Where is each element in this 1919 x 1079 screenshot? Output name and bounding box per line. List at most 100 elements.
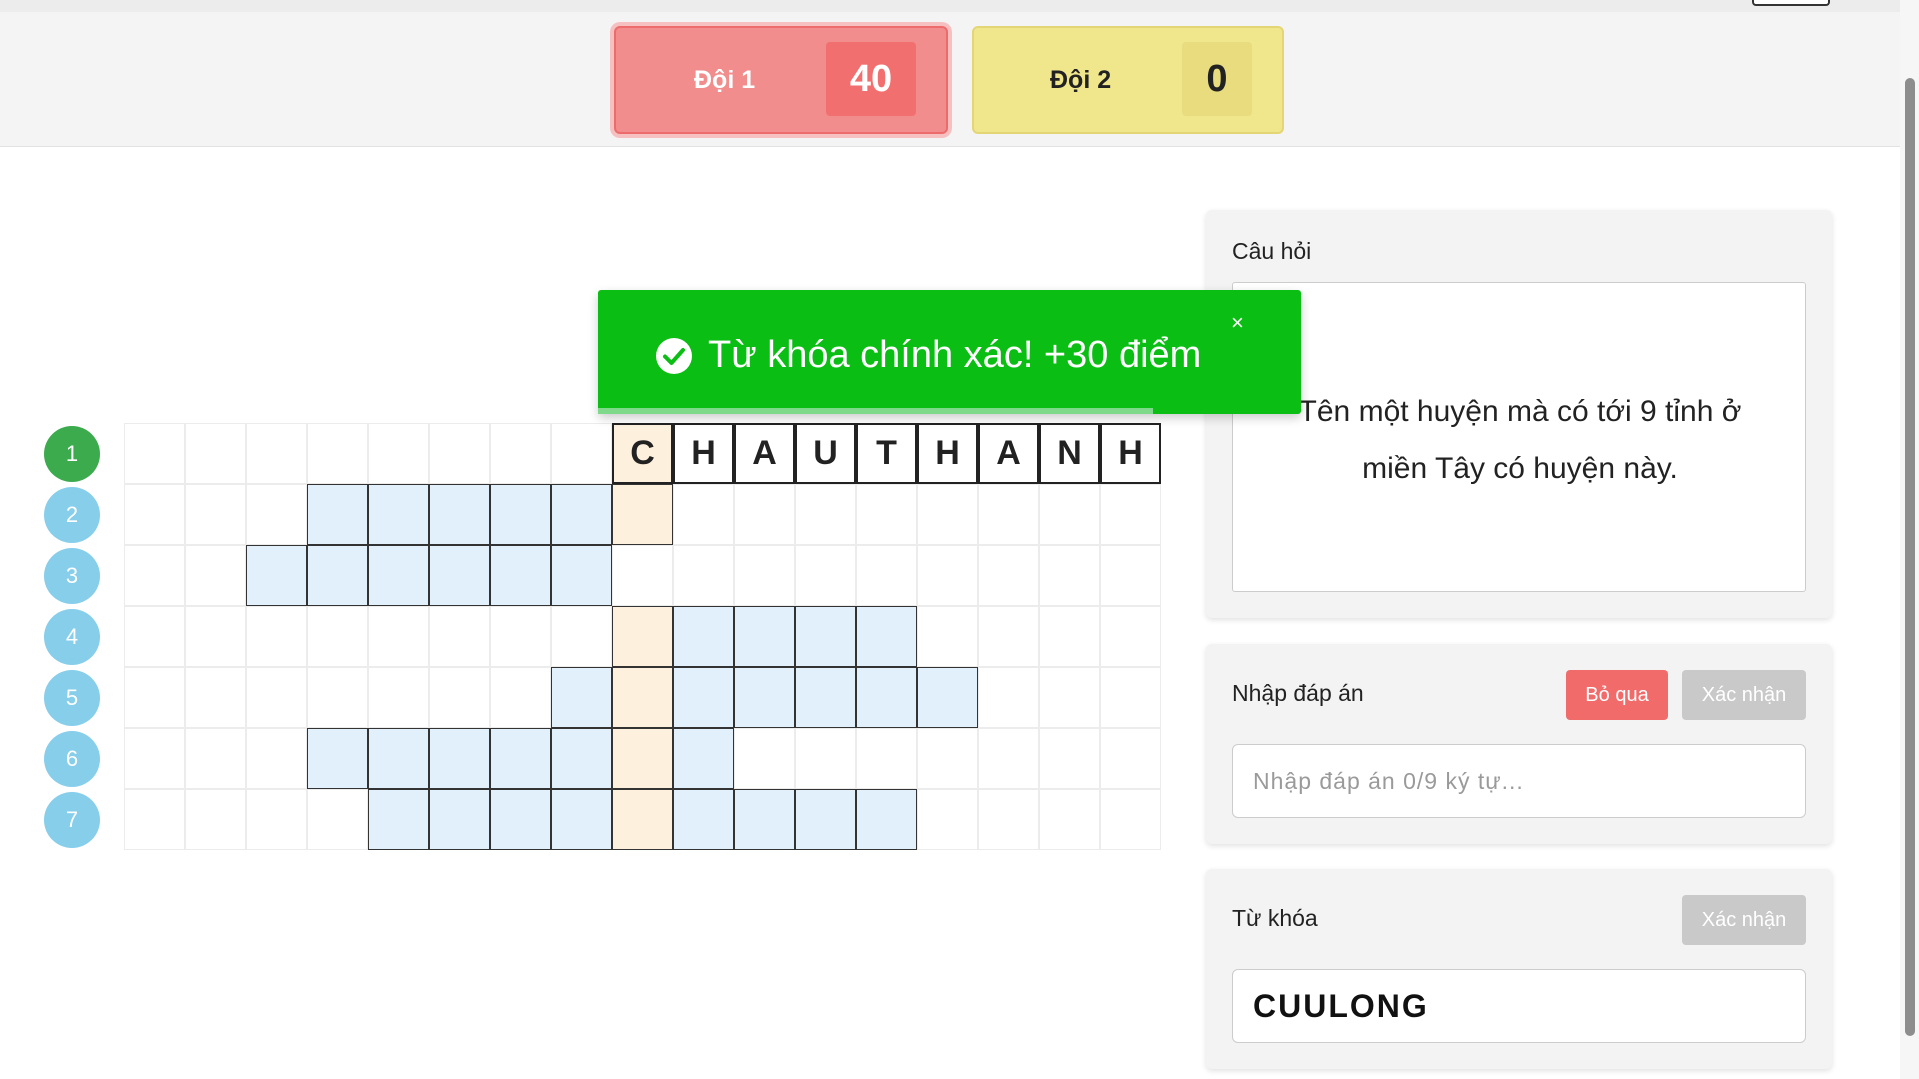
crossword-cell[interactable] — [429, 728, 490, 789]
crossword-cell[interactable] — [856, 667, 917, 728]
grid-background-cell — [246, 789, 307, 850]
toast-content: Từ khóa chính xác! +30 điểm — [654, 334, 1201, 377]
crossword-cell[interactable] — [673, 606, 734, 667]
skip-button[interactable]: Bỏ qua — [1566, 670, 1668, 720]
scrollbar[interactable] — [1900, 0, 1919, 1079]
crossword-cell[interactable] — [917, 667, 978, 728]
question-panel: Câu hỏi Tên một huyện mà có tới 9 tỉnh ở… — [1206, 210, 1832, 618]
crossword-cell[interactable] — [795, 789, 856, 850]
question-label: Câu hỏi — [1232, 238, 1312, 264]
grid-background-cell — [185, 667, 246, 728]
answer-label: Nhập đáp án — [1232, 680, 1364, 706]
crossword-cell[interactable] — [734, 789, 795, 850]
row-number-3[interactable]: 3 — [44, 548, 100, 604]
crossword-cell[interactable] — [307, 728, 368, 789]
answer-input[interactable] — [1232, 744, 1806, 818]
grid-background-cell — [856, 484, 917, 545]
grid-background-cell — [795, 728, 856, 789]
toast-message: Từ khóa chính xác! +30 điểm — [708, 334, 1202, 376]
answer-letter-cell[interactable]: H — [1100, 423, 1161, 484]
grid-background-cell — [612, 545, 673, 606]
crossword-cell[interactable] — [429, 484, 490, 545]
team-2-name: Đội 2 — [1050, 66, 1112, 94]
crossword-cell[interactable] — [856, 606, 917, 667]
grid-background-cell — [246, 606, 307, 667]
scoreboard-header — [0, 12, 1900, 147]
crossword-cell[interactable] — [612, 789, 673, 850]
crossword-cell[interactable] — [551, 484, 612, 545]
crossword-cell[interactable] — [246, 545, 307, 606]
keyword-input[interactable] — [1232, 969, 1806, 1043]
crossword-cell[interactable] — [551, 667, 612, 728]
crossword-cell[interactable] — [368, 789, 429, 850]
grid-background-cell — [978, 667, 1039, 728]
crossword-cell[interactable] — [368, 545, 429, 606]
grid-background-cell — [429, 423, 490, 484]
crossword-cell[interactable] — [307, 545, 368, 606]
crossword-cell[interactable] — [795, 667, 856, 728]
crossword-cell[interactable] — [551, 789, 612, 850]
answer-letter-cell[interactable]: U — [795, 423, 856, 484]
scrollbar-thumb[interactable] — [1905, 78, 1915, 1036]
close-icon[interactable]: × — [1231, 310, 1244, 336]
crossword-cell[interactable] — [551, 545, 612, 606]
crossword-cell[interactable] — [612, 667, 673, 728]
grid-background-cell — [124, 423, 185, 484]
answer-letter-cell[interactable]: C — [612, 423, 673, 484]
row-number-2[interactable]: 2 — [44, 487, 100, 543]
grid-background-cell — [246, 667, 307, 728]
grid-background-cell — [307, 423, 368, 484]
row-number-7[interactable]: 7 — [44, 792, 100, 848]
grid-background-cell — [856, 545, 917, 606]
grid-background-cell — [917, 606, 978, 667]
grid-background-cell — [124, 789, 185, 850]
crossword-cell[interactable] — [734, 667, 795, 728]
answer-letter-cell[interactable]: N — [1039, 423, 1100, 484]
grid-background-cell — [917, 484, 978, 545]
confirm-answer-button[interactable]: Xác nhận — [1682, 670, 1806, 720]
crossword-cell[interactable] — [673, 728, 734, 789]
crossword-cell[interactable] — [856, 789, 917, 850]
grid-background-cell — [124, 484, 185, 545]
crossword-cell[interactable] — [490, 789, 551, 850]
grid-background-cell — [795, 484, 856, 545]
answer-letter-cell[interactable]: A — [734, 423, 795, 484]
grid-background-cell — [490, 423, 551, 484]
crossword-cell[interactable] — [429, 789, 490, 850]
row-number-5[interactable]: 5 — [44, 670, 100, 726]
grid-background-cell — [978, 606, 1039, 667]
grid-background-cell — [1039, 484, 1100, 545]
crossword-cell[interactable] — [368, 728, 429, 789]
grid-background-cell — [185, 606, 246, 667]
crossword-cell[interactable] — [795, 606, 856, 667]
crossword-cell[interactable] — [490, 728, 551, 789]
top-tab[interactable] — [1752, 0, 1830, 6]
crossword-cell[interactable] — [429, 545, 490, 606]
answer-letter-cell[interactable]: H — [673, 423, 734, 484]
team-1-card[interactable]: Đội 1 40 — [614, 26, 948, 134]
crossword-cell[interactable] — [368, 484, 429, 545]
team-2-card[interactable]: Đội 2 0 — [972, 26, 1284, 134]
confirm-keyword-button[interactable]: Xác nhận — [1682, 895, 1806, 945]
crossword-cell[interactable] — [734, 606, 795, 667]
row-number-1[interactable]: 1 — [44, 426, 100, 482]
crossword-cell[interactable] — [551, 728, 612, 789]
crossword-cell[interactable] — [490, 545, 551, 606]
crossword-cell[interactable] — [673, 789, 734, 850]
crossword-cell[interactable] — [612, 484, 673, 545]
crossword-cell[interactable] — [673, 667, 734, 728]
crossword-cell[interactable] — [307, 484, 368, 545]
grid-background-cell — [1100, 728, 1161, 789]
crossword-cell[interactable] — [612, 606, 673, 667]
crossword-cell[interactable] — [490, 484, 551, 545]
row-number-6[interactable]: 6 — [44, 731, 100, 787]
grid-background-cell — [185, 789, 246, 850]
grid-background-cell — [917, 728, 978, 789]
crossword-cell[interactable] — [612, 728, 673, 789]
grid-background-cell — [1039, 545, 1100, 606]
answer-letter-cell[interactable]: A — [978, 423, 1039, 484]
row-number-4[interactable]: 4 — [44, 609, 100, 665]
answer-letter-cell[interactable]: H — [917, 423, 978, 484]
keyword-label: Từ khóa — [1232, 905, 1318, 931]
answer-letter-cell[interactable]: T — [856, 423, 917, 484]
